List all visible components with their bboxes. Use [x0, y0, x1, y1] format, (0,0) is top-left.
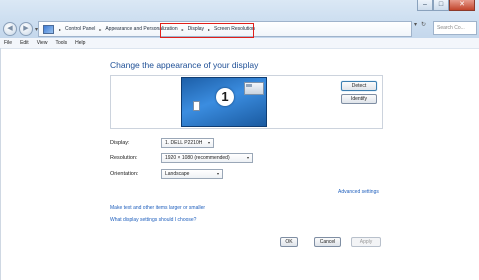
menu-view[interactable]: View	[37, 40, 48, 46]
advanced-settings-link[interactable]: Advanced settings	[338, 189, 379, 195]
display-select[interactable]: 1. DELL P2210H ▾	[161, 138, 214, 148]
monitor-number-badge: 1	[216, 88, 234, 106]
chevron-down-icon: ▾	[216, 171, 219, 176]
breadcrumb-control-panel[interactable]: Control Panel	[65, 26, 95, 32]
menu-file[interactable]: File	[4, 40, 12, 46]
refresh-icon[interactable]: ↻	[421, 21, 426, 28]
display-settings-help-link[interactable]: What display settings should I choose?	[110, 217, 196, 223]
navigation-buttons: ◀ ▶ ▾	[3, 22, 40, 36]
chevron-down-icon: ▾	[207, 140, 210, 145]
window-icon	[244, 82, 264, 95]
apply-button[interactable]: Apply	[351, 237, 381, 247]
identify-button[interactable]: Identify	[341, 94, 377, 104]
address-dropdown-icon[interactable]: ▾	[414, 21, 417, 28]
text-size-link[interactable]: Make text and other items larger or smal…	[110, 205, 205, 211]
resolution-select-value: 1920 × 1080 (recommended)	[165, 155, 230, 161]
breadcrumb-separator: ▸	[59, 26, 62, 32]
cancel-button[interactable]: Cancel	[314, 237, 341, 247]
control-panel-icon	[43, 24, 54, 34]
chevron-down-icon: ▾	[246, 155, 249, 160]
search-input[interactable]: Search Co...	[433, 21, 477, 35]
menu-tools[interactable]: Tools	[55, 40, 67, 46]
window-controls: – □ ✕	[417, 0, 475, 13]
menu-help[interactable]: Help	[75, 40, 85, 46]
resolution-label: Resolution:	[110, 155, 138, 161]
close-button[interactable]: ✕	[449, 0, 475, 11]
orientation-label: Orientation:	[110, 171, 139, 177]
menu-bar: File Edit View Tools Help	[0, 38, 479, 49]
detect-button[interactable]: Detect	[341, 81, 377, 91]
orientation-select-value: Landscape	[165, 171, 190, 177]
maximize-button[interactable]: □	[433, 0, 449, 11]
highlight-annotation	[160, 23, 254, 38]
display-select-value: 1. DELL P2210H	[165, 140, 203, 146]
resolution-select[interactable]: 1920 × 1080 (recommended) ▾	[161, 153, 253, 163]
display-label: Display:	[110, 140, 130, 146]
ok-button[interactable]: OK	[280, 237, 298, 247]
menu-edit[interactable]: Edit	[20, 40, 29, 46]
breadcrumb-separator: ▸	[99, 26, 102, 32]
orientation-select[interactable]: Landscape ▾	[161, 169, 223, 179]
window-left-edge	[0, 48, 1, 280]
address-tools: ▾ ↻	[414, 21, 430, 28]
back-arrow-icon[interactable]: ◀	[3, 22, 17, 36]
document-icon	[193, 101, 200, 111]
minimize-button[interactable]: –	[417, 0, 433, 11]
forward-arrow-icon[interactable]: ▶	[19, 22, 33, 36]
page-title: Change the appearance of your display	[110, 60, 259, 70]
